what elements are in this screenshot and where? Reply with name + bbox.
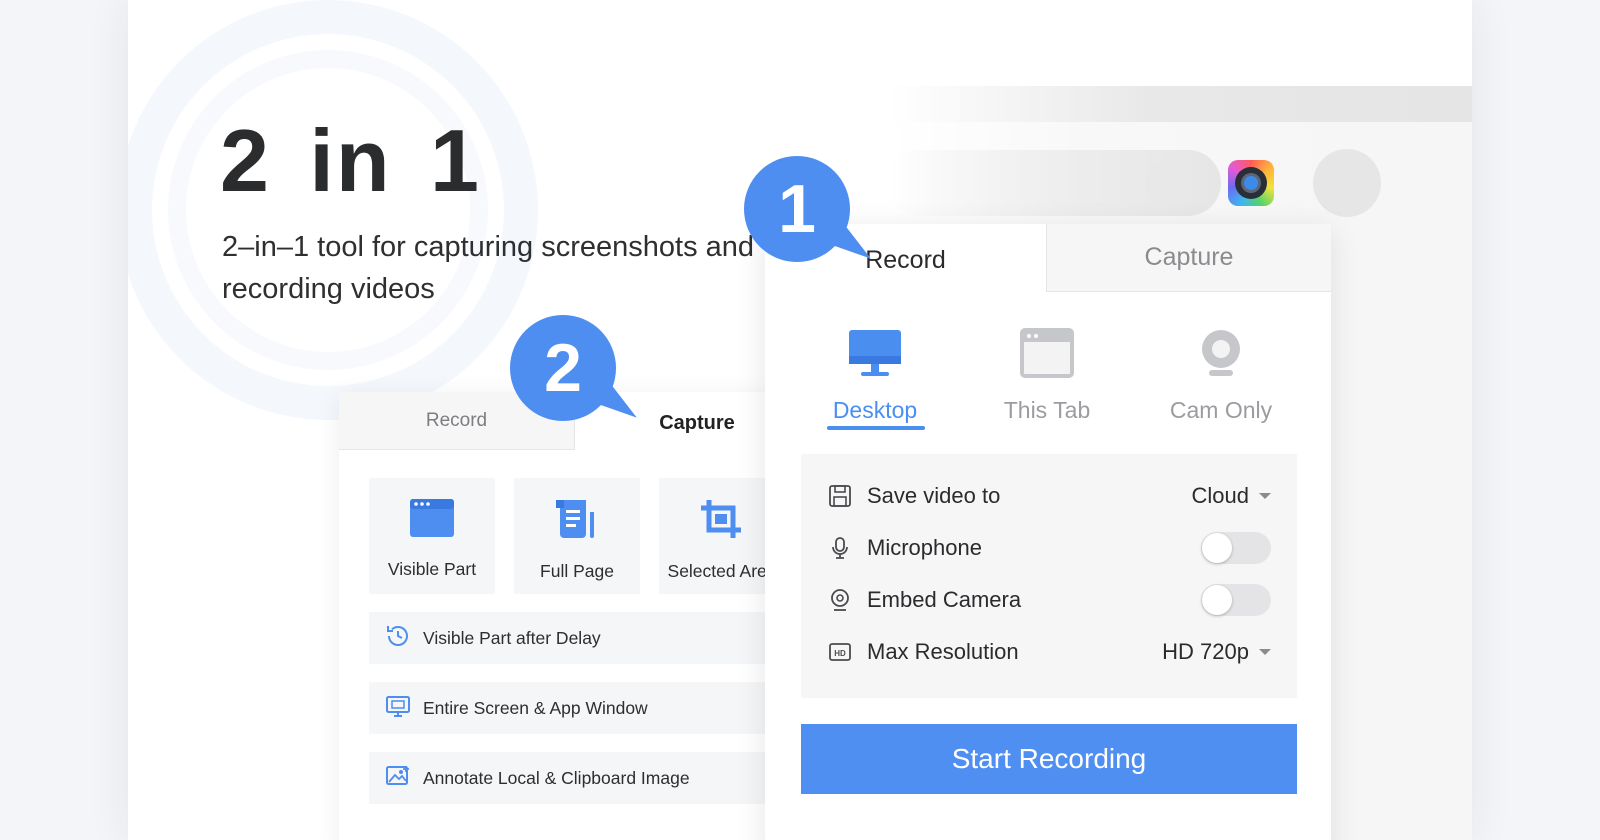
max-resolution-label: Max Resolution	[867, 639, 1019, 664]
mode-label: Desktop	[832, 397, 918, 423]
camera-icon	[827, 587, 853, 613]
save-destination-value: Cloud	[1191, 483, 1249, 508]
extension-camera-icon[interactable]	[1228, 160, 1274, 206]
mode-desktop[interactable]: Desktop	[805, 328, 945, 424]
max-resolution-row: HD Max Resolution HD 720p	[827, 632, 1271, 672]
desktop-icon	[847, 328, 903, 383]
image-icon	[385, 763, 423, 794]
profile-avatar	[1313, 149, 1381, 217]
crop-icon	[699, 498, 745, 545]
row-label: Visible Part after Delay	[423, 627, 601, 648]
capture-panel: Record Capture Visible Part Full Page Se…	[339, 392, 819, 840]
capture-visible-part-button[interactable]: Visible Part	[369, 478, 495, 594]
webcam-icon	[1193, 328, 1249, 383]
svg-text:HD: HD	[834, 649, 846, 658]
tile-label: Visible Part	[387, 559, 477, 579]
tab-window-icon	[1019, 328, 1075, 383]
microphone-row: Microphone	[827, 528, 1271, 568]
badge-number: 2	[544, 330, 582, 406]
mode-label: This Tab	[1003, 397, 1091, 423]
start-recording-button[interactable]: Start Recording	[801, 724, 1297, 794]
browser-window-icon	[409, 498, 455, 543]
tab-capture[interactable]: Capture	[1046, 224, 1331, 292]
hd-icon: HD	[827, 639, 853, 665]
resolution-dropdown[interactable]: HD 720p	[1162, 639, 1271, 665]
capture-full-page-button[interactable]: Full Page	[514, 478, 640, 594]
record-panel: Record Capture Desktop This Tab Cam Only…	[765, 224, 1331, 840]
floppy-disk-icon	[827, 483, 853, 509]
toggle-knob	[1202, 585, 1232, 615]
monitor-icon	[385, 693, 423, 724]
browser-button-placeholder	[1145, 161, 1191, 207]
step-badge-1: 1	[744, 156, 880, 264]
mode-this-tab[interactable]: This Tab	[977, 328, 1117, 424]
step-badge-2: 2	[510, 315, 646, 423]
active-mode-indicator	[827, 426, 925, 430]
save-video-label: Save video to	[867, 483, 1001, 508]
row-label: Entire Screen & App Window	[423, 697, 648, 718]
embed-camera-row: Embed Camera	[827, 580, 1271, 620]
chevron-down-icon	[1259, 649, 1271, 655]
tile-label: Full Page	[540, 561, 614, 581]
recording-settings: Save video to Cloud Microphone Embed Cam…	[801, 454, 1297, 698]
hero-subtitle: 2–in–1 tool for capturing screenshots an…	[222, 231, 755, 305]
row-label: Annotate Local & Clipboard Image	[423, 767, 690, 788]
chevron-down-icon	[1259, 493, 1271, 499]
mode-label: Cam Only	[1169, 397, 1273, 423]
microphone-icon	[827, 535, 853, 561]
badge-number: 1	[778, 171, 816, 247]
annotate-image-row[interactable]: Annotate Local & Clipboard Image	[369, 752, 809, 804]
browser-toolbar	[888, 86, 1472, 122]
capture-screen-row[interactable]: Entire Screen & App Window	[369, 682, 809, 734]
capture-delay-row[interactable]: Visible Part after Delay	[369, 612, 809, 664]
save-video-row: Save video to Cloud	[827, 476, 1271, 516]
embed-camera-toggle[interactable]	[1201, 584, 1271, 616]
microphone-toggle[interactable]	[1201, 532, 1271, 564]
save-destination-dropdown[interactable]: Cloud	[1192, 483, 1271, 509]
embed-camera-label: Embed Camera	[867, 587, 1022, 612]
resolution-value: HD 720p	[1162, 639, 1249, 664]
scroll-page-icon	[554, 498, 600, 545]
hero-title: 2 in 1	[220, 111, 481, 210]
marketing-canvas: 2 in 1 2–in–1 tool for capturing screens…	[128, 0, 1472, 840]
tile-label: Selected Area	[667, 561, 777, 581]
microphone-label: Microphone	[867, 535, 982, 560]
timer-icon	[385, 623, 423, 654]
toggle-knob	[1202, 533, 1232, 563]
mode-cam-only[interactable]: Cam Only	[1151, 328, 1291, 424]
